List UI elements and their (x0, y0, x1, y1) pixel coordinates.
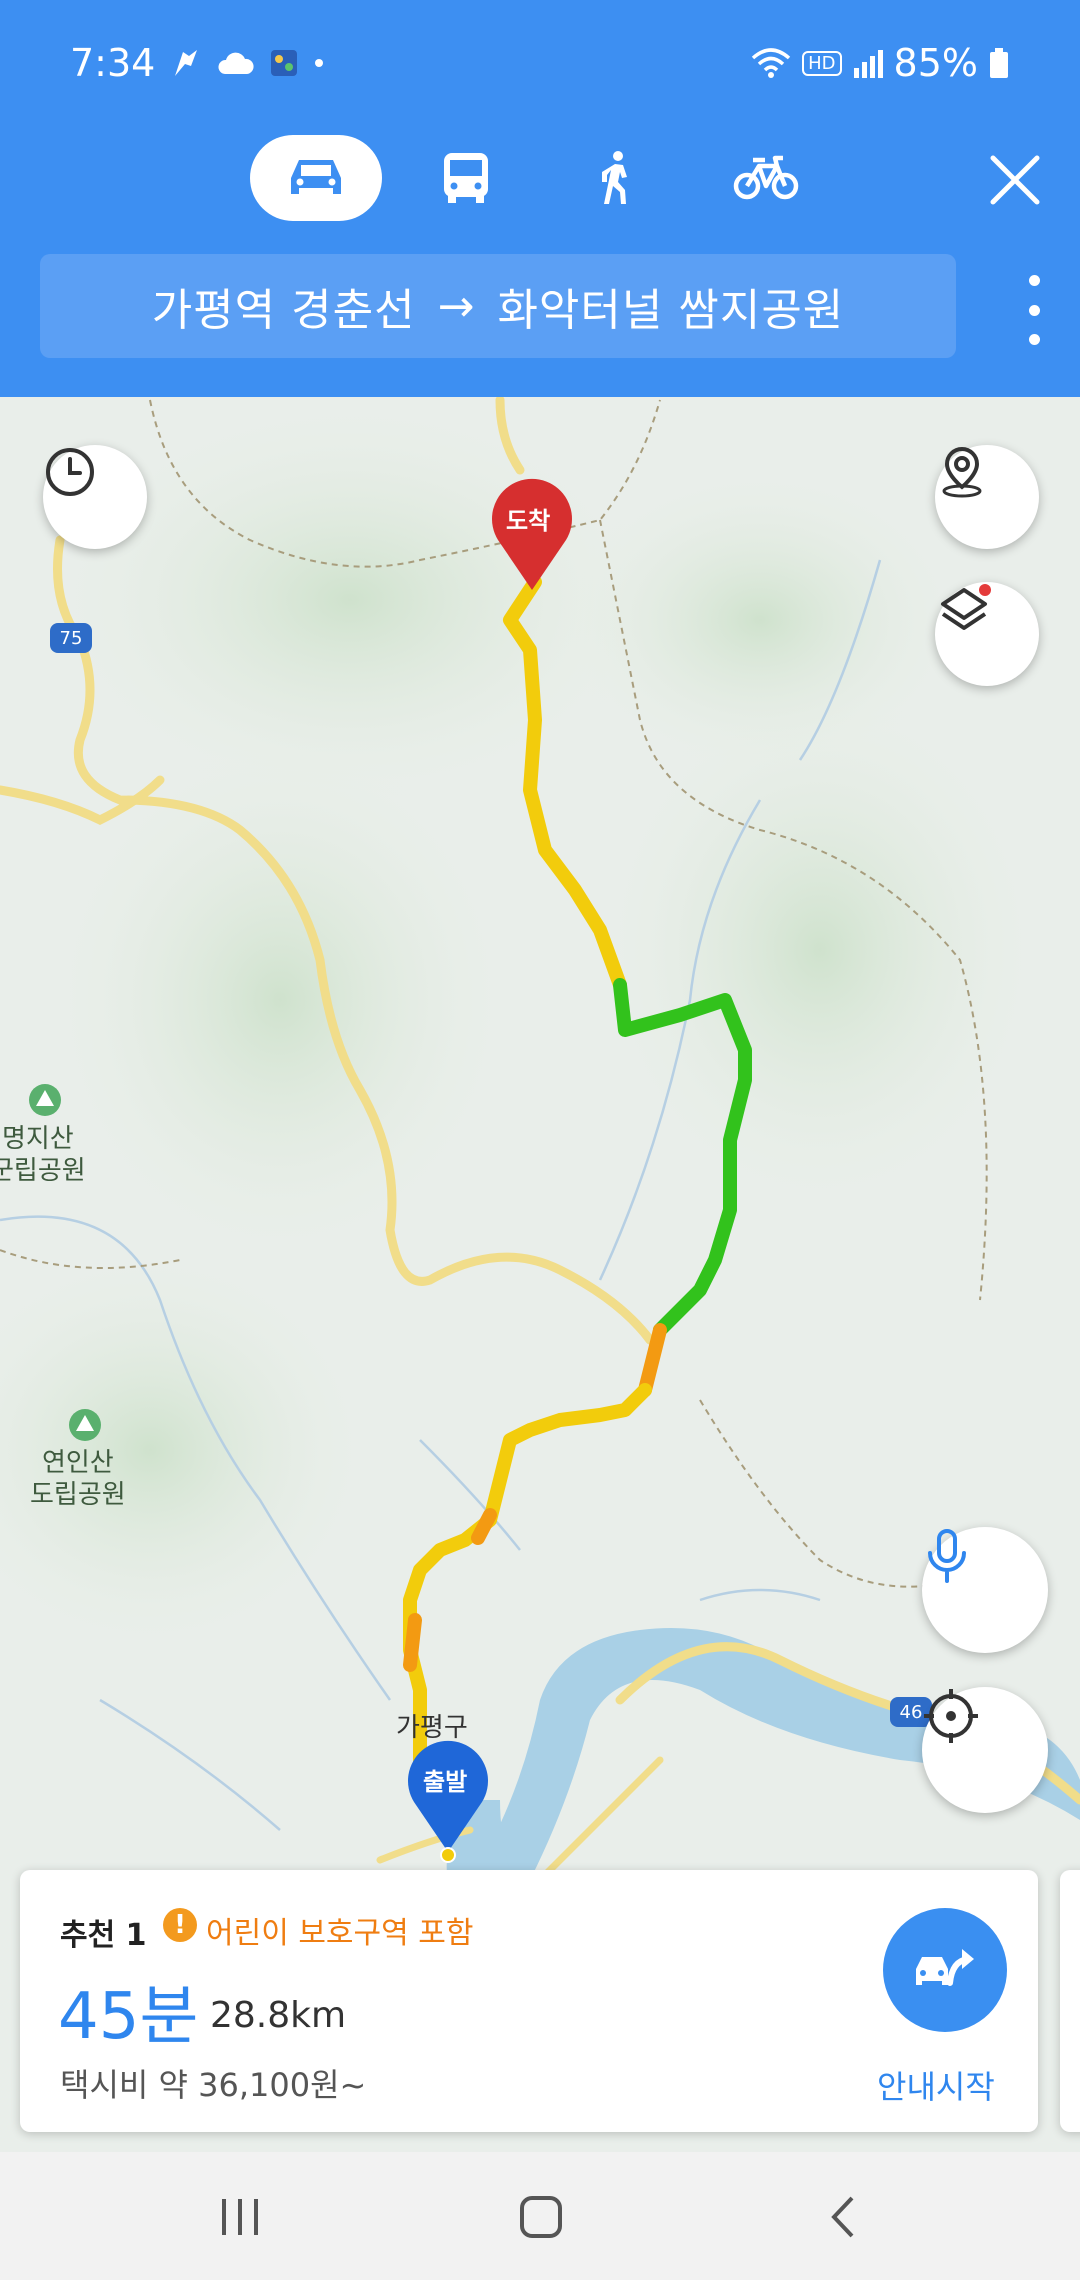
tree-icon (29, 1084, 61, 1116)
microphone-icon (928, 1529, 966, 1583)
poi-myeongjisan: 명지산 군립공원 (0, 1124, 86, 1186)
dot-icon (315, 59, 324, 67)
signal-icon (853, 50, 883, 78)
car-icon (291, 160, 341, 194)
battery-icon (990, 48, 1008, 78)
voice-search-button[interactable] (922, 1527, 1048, 1653)
top-header: 7:34 HD 85% 가평역 경춘선 → 화악터널 쌈지공원 (0, 0, 1080, 397)
route-summary-bar[interactable]: 가평역 경춘선 → 화악터널 쌈지공원 (40, 254, 956, 358)
status-bar: 7:34 HD 85% (70, 35, 1010, 91)
back-button[interactable] (808, 2182, 878, 2252)
status-time: 7:34 (70, 41, 156, 85)
tab-walk[interactable] (550, 135, 682, 221)
route-result-card[interactable]: 추천 1 ! 어린이 보호구역 포함 45분 28.8km 택시비 약 36,1… (20, 1870, 1038, 2132)
bike-icon (733, 155, 799, 200)
tab-bus[interactable] (400, 135, 532, 221)
hd-badge: HD (802, 50, 842, 76)
crosshair-icon (924, 1689, 978, 1743)
start-navigation-label[interactable]: 안내시작 (877, 2062, 995, 2108)
street-view-button[interactable] (935, 445, 1039, 549)
clock-icon (46, 448, 94, 496)
route-arrow: → (437, 280, 476, 332)
wifi-icon (751, 48, 791, 78)
school-zone-warning: 어린이 보호구역 포함 (206, 1916, 474, 1951)
travel-distance: 28.8km (210, 1995, 347, 2036)
travel-duration: 45분 (58, 1980, 199, 2054)
origin-label: 가평역 경춘선 (151, 285, 416, 336)
transport-mode-tabs (250, 135, 832, 221)
road-75-label: 75 (60, 628, 83, 649)
battery-percent: 85% (893, 41, 978, 85)
taxi-fare: 택시비 약 36,100원~ (60, 2066, 367, 2104)
warning-icon: ! (163, 1908, 197, 1942)
poi-yeoninsan: 연인산 도립공원 (30, 1448, 126, 1510)
close-button[interactable] (985, 150, 1045, 210)
recent-apps-button[interactable] (205, 2182, 275, 2252)
town-label: 가평구 (396, 1713, 468, 1743)
next-route-card[interactable] (1060, 1870, 1080, 2132)
recent-apps-icon (222, 2199, 258, 2235)
tab-bike[interactable] (700, 135, 832, 221)
road-46-label: 46 (900, 1702, 923, 1723)
system-navigation-bar (0, 2152, 1080, 2280)
bus-icon (444, 153, 488, 203)
layers-icon (941, 584, 991, 630)
start-navigation-button[interactable] (883, 1908, 1007, 2032)
more-options-button[interactable] (1014, 275, 1054, 345)
my-location-button[interactable] (922, 1687, 1048, 1813)
navigation-car-icon (916, 1949, 974, 1986)
back-icon (831, 2196, 854, 2238)
street-view-icon (942, 446, 982, 498)
departure-time-button[interactable] (43, 445, 147, 549)
notification-icon (175, 50, 198, 76)
tree-icon (69, 1409, 101, 1441)
cloud-icon (218, 52, 254, 74)
home-button[interactable] (506, 2182, 576, 2252)
destination-pin-label: 도착 (506, 507, 551, 535)
recommendation-rank: 추천 1 (60, 1918, 147, 1953)
walk-icon (602, 151, 627, 204)
tab-car[interactable] (250, 135, 382, 221)
start-pin-label: 출발 (423, 1768, 468, 1796)
app-icon (271, 50, 298, 76)
close-icon (990, 155, 1040, 205)
destination-label: 화악터널 쌈지공원 (497, 285, 845, 336)
more-dot-icon (1028, 275, 1040, 286)
layers-button[interactable] (935, 582, 1039, 686)
home-icon (520, 2196, 562, 2238)
